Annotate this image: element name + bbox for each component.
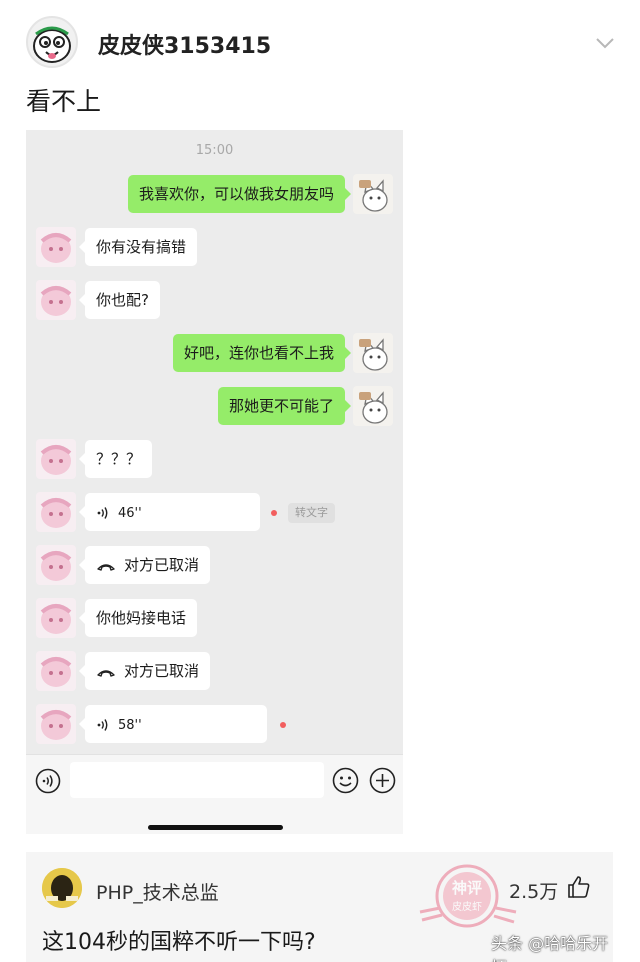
sender-avatar	[353, 333, 393, 373]
commenter-avatar[interactable]	[42, 868, 82, 908]
chat-message-voice: 58''	[26, 704, 403, 746]
voice-wave-icon	[97, 506, 108, 519]
plus-icon[interactable]	[369, 767, 396, 794]
chat-message-received: ？？？	[26, 439, 403, 481]
call-message-bubble[interactable]: 对方已取消	[78, 546, 211, 584]
commenter-name[interactable]: PHP_技术总监	[96, 878, 219, 905]
contact-avatar	[36, 704, 76, 744]
chat-message-received: 你有没有搞错	[26, 227, 403, 269]
contact-avatar	[36, 598, 76, 638]
chat-message-voice: 46'' 转文字	[26, 492, 403, 534]
emoji-icon[interactable]	[332, 767, 359, 794]
unread-dot	[280, 722, 286, 728]
phone-hangup-icon	[97, 563, 115, 571]
post-header: 皮皮侠3153415	[26, 16, 616, 70]
message-bubble[interactable]: 我喜欢你，可以做我女朋友吗	[127, 175, 352, 213]
chat-message-sent: 好吧，连你也看不上我	[26, 333, 403, 375]
source-watermark: 头条 @哈哈乐开怀	[491, 934, 609, 962]
voice-duration: 46''	[118, 506, 142, 521]
message-bubble[interactable]: 你也配?	[79, 281, 160, 319]
voice-duration: 58''	[118, 718, 142, 733]
author-name[interactable]: 皮皮侠3153415	[98, 28, 271, 60]
top-comment: PHP_技术总监 神评 皮皮虾 2.5万 这104秒的国粹不听一下吗? 头条 @…	[26, 852, 613, 962]
contact-avatar	[36, 227, 76, 267]
call-message-bubble[interactable]: 对方已取消	[78, 652, 211, 690]
contact-avatar	[36, 492, 76, 532]
message-bubble[interactable]: 那她更不可能了	[217, 387, 352, 425]
voice-message-bubble[interactable]: 46''	[79, 493, 260, 531]
home-indicator	[148, 825, 283, 830]
comment-text: 这104秒的国粹不听一下吗?	[42, 930, 316, 955]
microphone-icon[interactable]	[35, 768, 61, 794]
sender-avatar	[353, 386, 393, 426]
message-bubble[interactable]: 你他妈接电话	[78, 599, 198, 637]
chat-message-call: 对方已取消	[26, 545, 403, 587]
chat-message-sent: 那她更不可能了	[26, 386, 403, 428]
phone-hangup-icon	[97, 669, 115, 677]
chevron-down-icon[interactable]	[594, 32, 616, 54]
contact-avatar	[36, 280, 76, 320]
voice-wave-icon	[97, 718, 108, 731]
chat-message-received: 你也配?	[26, 280, 403, 322]
call-status: 对方已取消	[124, 662, 200, 680]
message-input[interactable]	[70, 762, 324, 798]
svg-text:皮皮虾: 皮皮虾	[452, 900, 482, 913]
chat-message-sent: 我喜欢你，可以做我女朋友吗	[26, 174, 403, 216]
sender-avatar	[353, 174, 393, 214]
convert-to-text-button[interactable]: 转文字	[288, 503, 335, 523]
call-status: 对方已取消	[124, 556, 200, 574]
message-bubble[interactable]: ？？？	[78, 440, 153, 478]
unread-dot	[271, 510, 277, 516]
like-count: 2.5万	[509, 881, 559, 903]
contact-avatar	[36, 651, 76, 691]
chat-timestamp: 15:00	[195, 143, 234, 158]
shenping-stamp: 神评 皮皮虾	[419, 864, 517, 928]
chat-message-call: 对方已取消	[26, 651, 403, 693]
svg-text:神评: 神评	[452, 879, 482, 897]
chat-input-bar	[26, 754, 403, 834]
chat-screenshot: 15:00 我喜欢你，可以做我女朋友吗 你有没有搞错 你也配? 好吧，连你也看不…	[26, 130, 403, 834]
contact-avatar	[36, 545, 76, 585]
thumbs-up-icon[interactable]	[566, 874, 592, 900]
author-avatar[interactable]	[26, 16, 78, 68]
voice-message-bubble[interactable]: 58''	[79, 705, 267, 743]
message-bubble[interactable]: 好吧，连你也看不上我	[172, 334, 352, 372]
post-text: 看不上	[26, 87, 102, 116]
message-bubble[interactable]: 你有没有搞错	[78, 228, 198, 266]
chat-message-received: 你他妈接电话	[26, 598, 403, 640]
contact-avatar	[36, 439, 76, 479]
